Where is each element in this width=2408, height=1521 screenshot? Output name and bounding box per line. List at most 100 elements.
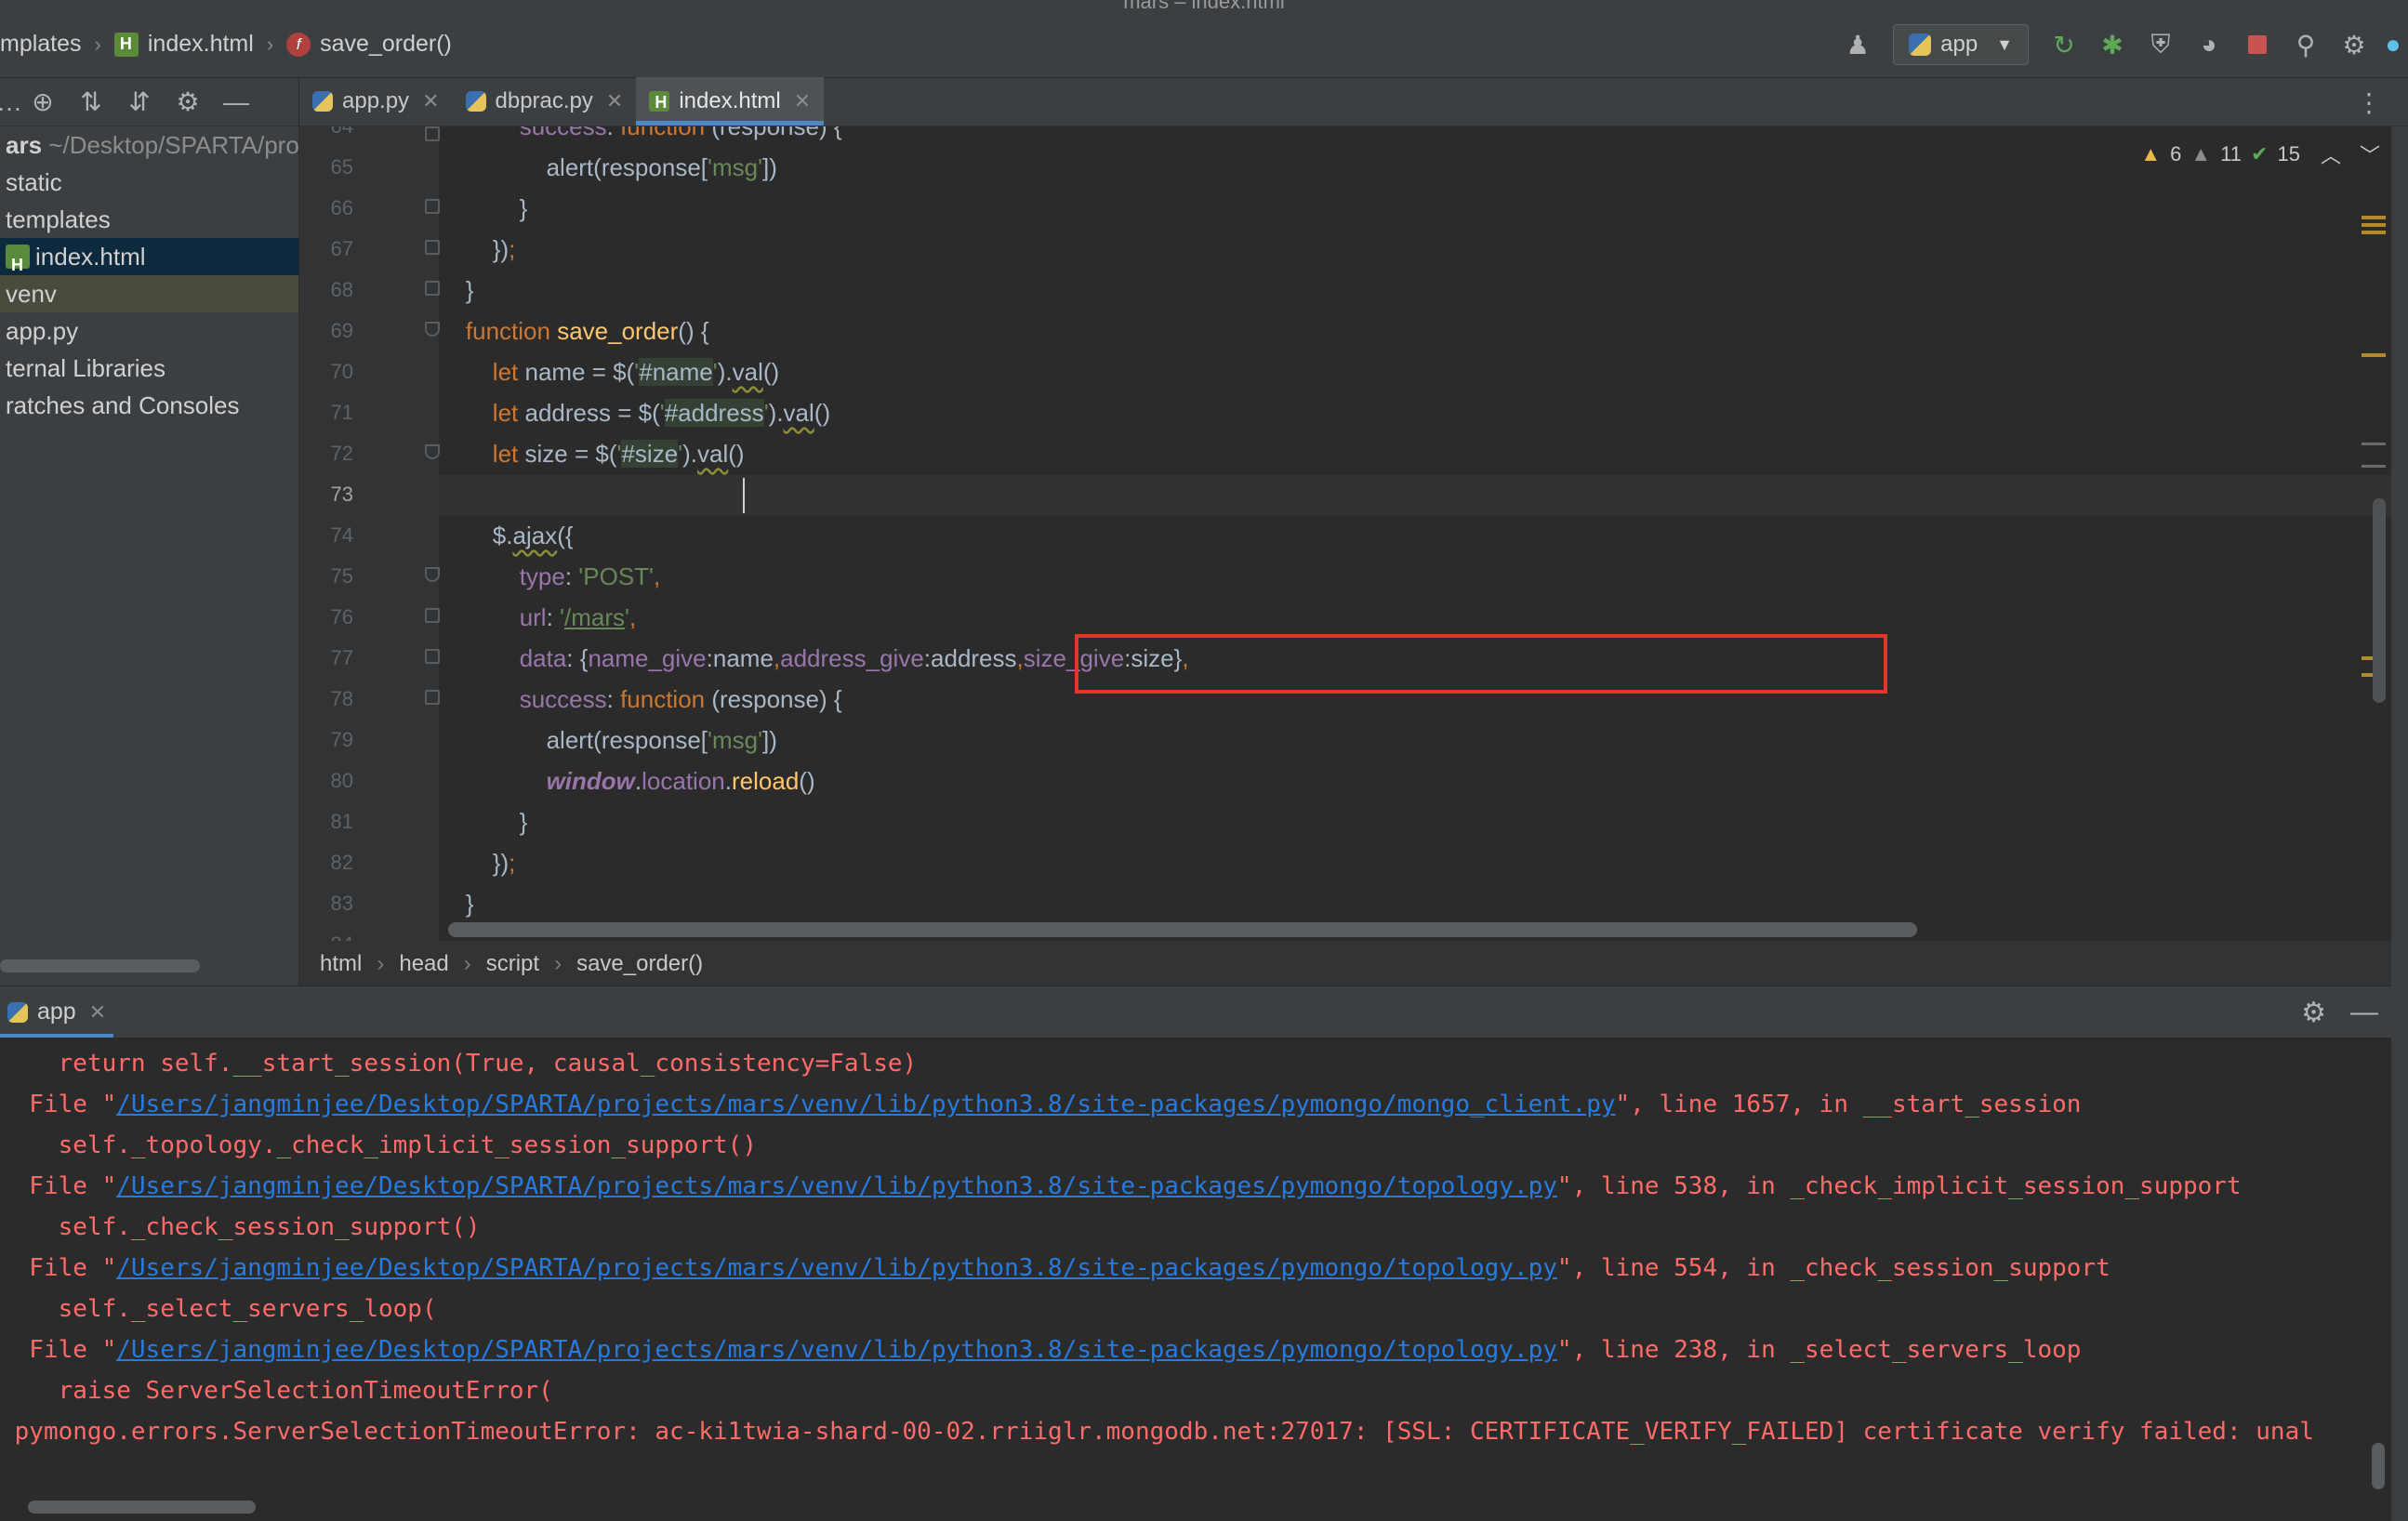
fold-marker[interactable] <box>425 322 440 337</box>
more-icon[interactable]: … <box>0 84 22 121</box>
window-title: mars – index.html <box>0 0 2408 11</box>
console-line: File "/Users/jangminjee/Desktop/SPARTA/p… <box>0 1254 2110 1282</box>
chevron-right-icon: › <box>377 950 385 976</box>
fold-marker[interactable] <box>425 649 440 664</box>
debug-icon[interactable]: ✱ <box>2092 24 2133 65</box>
right-tool-strip <box>2391 126 2408 1521</box>
expand-all-icon[interactable]: ⇅ <box>73 84 110 121</box>
console-horizontal-scrollbar[interactable] <box>0 1493 2391 1521</box>
html-file-icon <box>6 245 30 275</box>
tab-dbprac-py[interactable]: dbprac.py ✕ <box>453 77 637 126</box>
tree-item-app-py[interactable]: app.py <box>0 312 298 350</box>
line-number: 72 <box>330 442 353 465</box>
traceback-file-link[interactable]: /Users/jangminjee/Desktop/SPARTA/project… <box>116 1091 1615 1118</box>
code-line: $.ajax({ <box>439 522 574 549</box>
gear-icon[interactable]: ⚙ <box>169 84 206 121</box>
python-file-icon <box>312 91 333 112</box>
collapse-all-icon[interactable]: ⇵ <box>121 84 158 121</box>
code-line: success: function (response) { <box>519 685 842 713</box>
chevron-right-icon: › <box>463 950 471 976</box>
nav-crumb-folder[interactable]: mplates <box>0 31 82 58</box>
rerun-icon[interactable]: ↻ <box>2044 24 2084 65</box>
crumb-html[interactable]: html <box>320 951 362 977</box>
current-line-highlight <box>439 475 2391 516</box>
chevron-up-icon[interactable]: ︿ <box>2321 139 2341 169</box>
code-editor[interactable]: 64 65 66 67 68 69 70 71 72 73 74 75 76 77 78 79 80 81 82 83… <box>299 126 2391 941</box>
fold-marker[interactable] <box>425 567 440 582</box>
line-number: 66 <box>330 196 353 219</box>
chevron-down-icon: ▼ <box>1996 34 2013 54</box>
line-number: 81 <box>330 810 353 833</box>
run-configuration-select[interactable]: app ▼ <box>1893 24 2029 65</box>
tab-app-py[interactable]: app.py ✕ <box>299 77 453 126</box>
fold-marker[interactable] <box>425 608 440 623</box>
close-icon[interactable]: ✕ <box>794 89 811 113</box>
search-icon[interactable]: ⚲ <box>2285 24 2326 65</box>
scrollbar-thumb[interactable] <box>2372 1443 2385 1489</box>
crumb-head[interactable]: head <box>399 951 448 977</box>
error-stripe-mark[interactable] <box>2362 216 2386 219</box>
tab-index-html[interactable]: index.html✕ <box>636 77 825 126</box>
error-stripe-mark[interactable] <box>2362 443 2386 445</box>
traceback-file-link[interactable]: /Users/jangminjee/Desktop/SPARTA/project… <box>116 1336 1557 1364</box>
nav-crumb-function[interactable]: save_order() <box>320 31 452 58</box>
project-horizontal-scrollbar[interactable] <box>0 959 200 972</box>
coverage-icon[interactable]: ⛨ <box>2140 24 2181 65</box>
fold-marker[interactable] <box>425 281 440 296</box>
tree-item-templates[interactable]: templates <box>0 201 298 238</box>
tree-item-scratches[interactable]: ratches and Consoles <box>0 387 298 424</box>
minimize-icon[interactable]: — <box>218 84 255 121</box>
traceback-file-link[interactable]: /Users/jangminjee/Desktop/SPARTA/project… <box>116 1172 1557 1200</box>
close-icon[interactable]: ✕ <box>89 1000 106 1025</box>
code-line: window.location.reload() <box>546 767 815 795</box>
line-number: 74 <box>330 523 353 547</box>
traceback-file-link[interactable]: /Users/jangminjee/Desktop/SPARTA/project… <box>116 1254 1557 1282</box>
line-number: 84 <box>299 924 353 941</box>
error-stripe-mark[interactable] <box>2362 223 2386 227</box>
more-vertical-icon[interactable]: ⋮ <box>2356 87 2382 118</box>
console-line: File "/Users/jangminjee/Desktop/SPARTA/p… <box>0 1336 2082 1364</box>
fold-marker[interactable] <box>425 199 440 214</box>
scrollbar-thumb[interactable] <box>28 1501 256 1514</box>
error-stripe-mark[interactable] <box>2362 465 2386 468</box>
line-number: 82 <box>330 851 353 874</box>
gear-icon[interactable]: ⚙ <box>2334 24 2375 65</box>
inspection-widget[interactable]: ▲ 6 ▲ 11 ✔ 15 ︿ ﹀ <box>2131 138 2380 171</box>
code-breadcrumb: html › head › script › save_order() <box>299 941 2391 985</box>
error-stripe-mark[interactable] <box>2362 231 2386 234</box>
gear-icon[interactable]: ⚙ <box>2301 997 2326 1029</box>
tree-item-external-libraries[interactable]: ternal Libraries <box>0 350 298 387</box>
editor-vertical-scrollbar[interactable] <box>2373 498 2386 703</box>
chevron-down-icon[interactable]: ﹀ <box>2360 139 2380 169</box>
fold-marker[interactable] <box>425 444 440 459</box>
console-vertical-scrollbar[interactable] <box>2366 1038 2391 1493</box>
tree-item-static[interactable]: static <box>0 164 298 201</box>
chevron-right-icon: › <box>94 32 101 56</box>
project-toolbar: … ⊕ ⇅ ⇵ ⚙ — <box>0 78 298 126</box>
locate-icon[interactable]: ⊕ <box>24 84 61 121</box>
nav-breadcrumb: mplates › index.html › f save_order() <box>0 31 452 58</box>
close-icon[interactable]: ✕ <box>606 89 623 113</box>
minimize-icon[interactable]: — <box>2350 997 2378 1028</box>
editor-tab-bar: app.py✕ dbprac.py✕ index.html✕ ⋮ <box>299 77 2408 126</box>
profile-icon[interactable]: ◕ <box>2189 24 2229 65</box>
tree-item-project-root[interactable]: ars ~/Desktop/SPARTA/pro <box>0 126 298 164</box>
editor-horizontal-scrollbar[interactable] <box>448 922 1917 937</box>
tree-item-venv[interactable]: venv <box>0 275 298 312</box>
line-number: 65 <box>330 155 353 179</box>
console-error-line: pymongo.errors.ServerSelectionTimeoutErr… <box>14 1418 2314 1446</box>
user-icon[interactable]: ♟ <box>1837 24 1878 65</box>
fold-marker[interactable] <box>425 240 440 255</box>
crumb-script[interactable]: script <box>486 951 539 977</box>
plugin-icon[interactable]: ● <box>2382 24 2404 65</box>
run-console[interactable]: return self.__start_session(True, causal… <box>0 1038 2366 1493</box>
fold-marker[interactable] <box>425 690 440 705</box>
tree-item-index-html[interactable]: index.html <box>0 238 298 275</box>
error-stripe-mark[interactable] <box>2362 353 2386 357</box>
close-icon[interactable]: ✕ <box>422 89 439 113</box>
nav-crumb-file[interactable]: index.html <box>148 31 254 58</box>
stop-icon[interactable] <box>2237 24 2278 65</box>
fold-marker[interactable] <box>425 126 440 141</box>
crumb-function[interactable]: save_order() <box>576 951 703 977</box>
tab-run-app[interactable]: app ✕ <box>0 986 114 1038</box>
